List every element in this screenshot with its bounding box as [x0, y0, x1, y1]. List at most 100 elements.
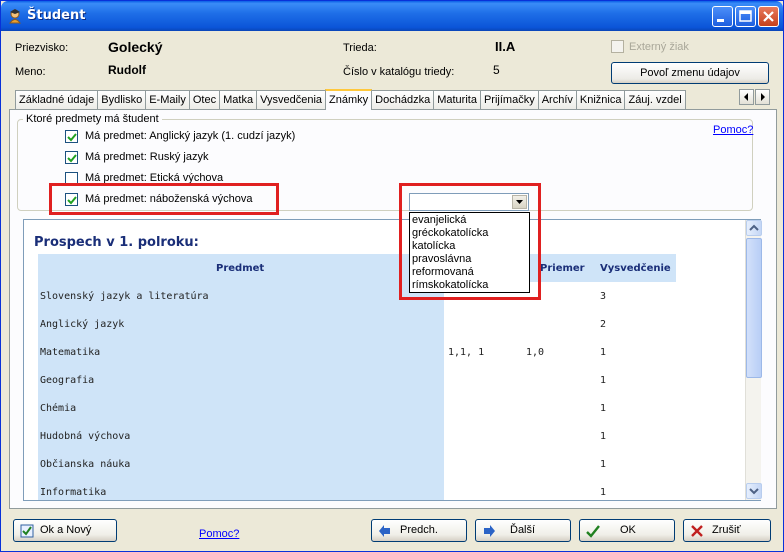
external-student-checkbox[interactable] [611, 40, 624, 53]
tab-father[interactable]: Otec [188, 90, 221, 110]
subjects-group-title: Ktoré predmety má študent [23, 113, 162, 125]
cancel-button[interactable]: Zrušiť [683, 519, 771, 542]
scroll-down-button[interactable] [746, 483, 762, 499]
tab-emails[interactable]: E-Maily [145, 90, 190, 110]
arrow-left-icon [379, 525, 390, 537]
table-row: Slovenský jazyk a literatúra 3 [38, 282, 676, 310]
report-scrollbar[interactable] [745, 220, 762, 500]
name-label: Meno: [15, 66, 46, 78]
name-value: Rudolf [108, 63, 146, 77]
catalog-label: Číslo v katalógu triedy: [343, 66, 455, 78]
tab-bar: Základné údaje Bydlisko E-Maily Otec Matka Vy… [15, 88, 753, 110]
student-window: Študent Priezvisko: Golecký Meno: Rudolf… [0, 0, 784, 552]
table-row: Anglický jazyk 2 [38, 310, 676, 338]
table-row: Hudobná výchova 1 [38, 422, 676, 450]
class-value: II.A [495, 39, 516, 54]
chevron-up-icon [749, 224, 759, 231]
russian-checkbox-label: Má predmet: Ruský jazyk [85, 151, 209, 163]
minimize-button[interactable] [712, 6, 733, 27]
subjects-help-link[interactable]: Pomoc? [713, 124, 753, 136]
catalog-value: 5 [493, 63, 500, 77]
tab-scroll-right-button[interactable] [755, 89, 770, 105]
report-view: Prospech v 1. polroku: Predmet Priemer V… [23, 219, 761, 501]
allow-edit-button[interactable]: Povoľ zmenu údajov [611, 62, 769, 84]
final-grade-cell: 1 [600, 347, 607, 358]
column-header-certificate: Vysvedčenie [598, 254, 676, 282]
table-row: Geografia 1 [38, 366, 676, 394]
subject-cell: Geografia [40, 375, 95, 386]
surname-value: Golecký [108, 39, 163, 55]
next-button[interactable]: Ďalší [475, 519, 571, 542]
tab-library[interactable]: Knižnica [575, 90, 626, 110]
surname-label: Priezvisko: [15, 42, 69, 54]
previous-label: Predch. [400, 524, 438, 536]
english-checkbox-label: Má predmet: Anglický jazyk (1. cudzí jaz… [85, 130, 296, 142]
student-icon [9, 9, 21, 24]
tab-scroll-left-button[interactable] [739, 89, 754, 105]
subject-cell: Matematika [40, 347, 101, 358]
subject-cell: Hudobná výchova [40, 431, 131, 442]
next-label: Ďalší [510, 524, 536, 536]
checkmark-icon [67, 133, 77, 142]
column-header-subject: Predmet [38, 254, 444, 282]
subject-cell: Anglický jazyk [40, 319, 125, 330]
chevron-down-icon [749, 488, 759, 495]
highlight-religion-dropdown [399, 183, 541, 300]
cancel-icon [691, 525, 703, 537]
external-student-label: Externý žiak [629, 41, 689, 53]
subject-cell: Občianska náuka [40, 459, 131, 470]
tab-graduation[interactable]: Maturita [433, 90, 481, 110]
final-grade-cell: 1 [600, 375, 607, 386]
arrow-right-icon [484, 525, 495, 537]
tab-certificates[interactable]: Vysvedčenia [256, 90, 327, 110]
ok-button[interactable]: OK [579, 519, 675, 542]
final-grade-cell: 1 [600, 431, 607, 442]
final-grade-cell: 3 [600, 291, 607, 302]
ok-icon [586, 525, 600, 538]
title-bar[interactable]: Študent [1, 1, 783, 31]
tab-interest-education[interactable]: Záuj. vzdel [624, 90, 686, 110]
scroll-up-button[interactable] [746, 220, 762, 236]
table-row: Informatika 1 [38, 478, 676, 500]
ok-new-button[interactable]: Ok a Nový [13, 519, 117, 542]
cancel-label: Zrušiť [712, 524, 741, 536]
subject-cell: Informatika [40, 487, 107, 498]
subject-cell: Chémia [40, 403, 77, 414]
class-label: Trieda: [343, 42, 377, 54]
subject-cell: Slovenský jazyk a literatúra [40, 291, 209, 302]
checkmark-icon [67, 154, 77, 163]
maximize-icon [739, 10, 752, 22]
tab-admissions[interactable]: Prijímačky [479, 90, 539, 110]
scroll-thumb[interactable] [746, 238, 762, 378]
table-row: Chémia 1 [38, 394, 676, 422]
tab-address[interactable]: Bydlisko [97, 90, 147, 110]
russian-checkbox[interactable] [65, 151, 78, 164]
close-icon [763, 11, 774, 22]
average-cell: 1,0 [526, 347, 545, 358]
table-header-row: Predmet Priemer Vysvedčenie [38, 254, 676, 282]
window-title: Študent [27, 8, 86, 23]
previous-button[interactable]: Predch. [371, 519, 467, 542]
table-row: Matematika 1,1, 1 1,0 1 [38, 338, 676, 366]
close-button[interactable] [758, 6, 779, 27]
tab-grades[interactable]: Známky [325, 89, 373, 110]
english-checkbox[interactable] [65, 130, 78, 143]
tab-attendance[interactable]: Dochádzka [371, 90, 435, 110]
minimize-icon [717, 19, 724, 22]
highlight-religion-checkbox [49, 183, 279, 215]
maximize-button[interactable] [735, 6, 756, 27]
marks-cell: 1,1, 1 [448, 347, 485, 358]
final-grade-cell: 1 [600, 459, 607, 470]
tab-mother[interactable]: Matka [219, 90, 258, 110]
final-grade-cell: 1 [600, 487, 607, 498]
tab-basic-info[interactable]: Základné údaje [15, 90, 99, 110]
report-title: Prospech v 1. polroku: [34, 235, 199, 250]
arrow-left-icon [744, 93, 748, 101]
footer-help-link[interactable]: Pomoc? [199, 528, 239, 540]
arrow-right-icon [761, 93, 765, 101]
table-row: Občianska náuka 1 [38, 450, 676, 478]
tab-archive[interactable]: Archív [537, 90, 577, 110]
ok-new-icon [20, 524, 34, 538]
final-grade-cell: 1 [600, 403, 607, 414]
ok-label: OK [620, 524, 636, 536]
